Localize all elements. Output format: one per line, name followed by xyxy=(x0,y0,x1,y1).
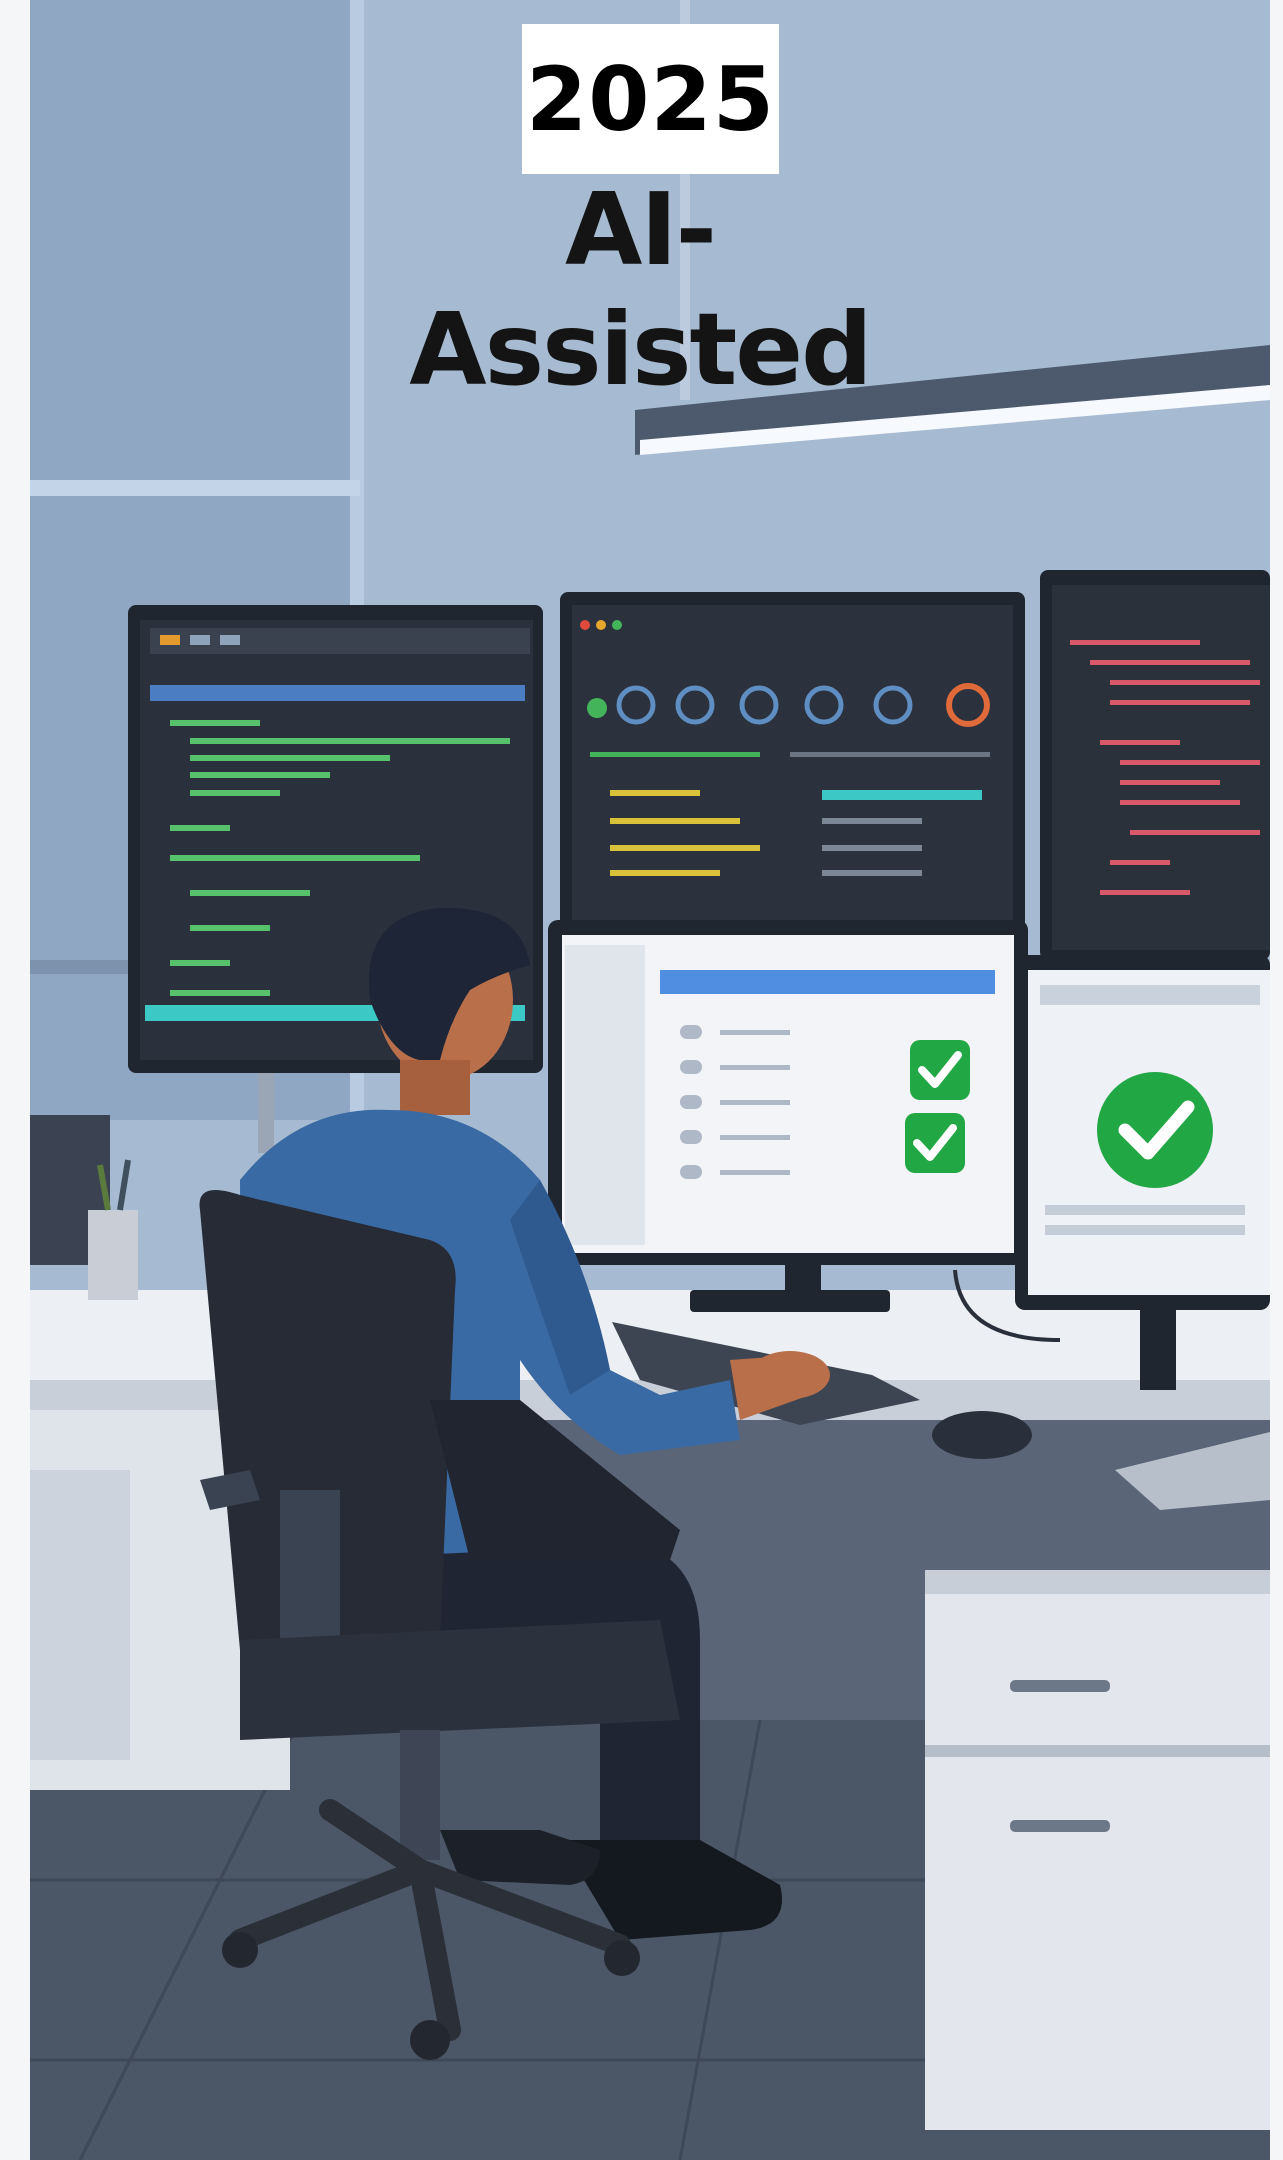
drawer-handle xyxy=(1010,1820,1110,1832)
check-circle-icon xyxy=(1097,1072,1213,1188)
mouse xyxy=(932,1411,1032,1459)
monitor-checklist xyxy=(548,920,1028,1312)
drawer-unit xyxy=(925,1570,1270,2130)
pencil-cup xyxy=(88,1210,138,1300)
monitor-code-right xyxy=(1040,570,1270,960)
year-text: 2025 xyxy=(526,47,775,151)
headline: AI-Assisted xyxy=(409,171,872,408)
monitor-dashboard xyxy=(560,592,1025,932)
check-icon xyxy=(910,1040,970,1100)
monitor-stand xyxy=(690,1290,890,1312)
check-icon xyxy=(905,1113,965,1173)
year-badge: 2025 xyxy=(522,24,779,174)
monitor-left xyxy=(128,605,543,1153)
drawer-handle xyxy=(1010,1680,1110,1692)
